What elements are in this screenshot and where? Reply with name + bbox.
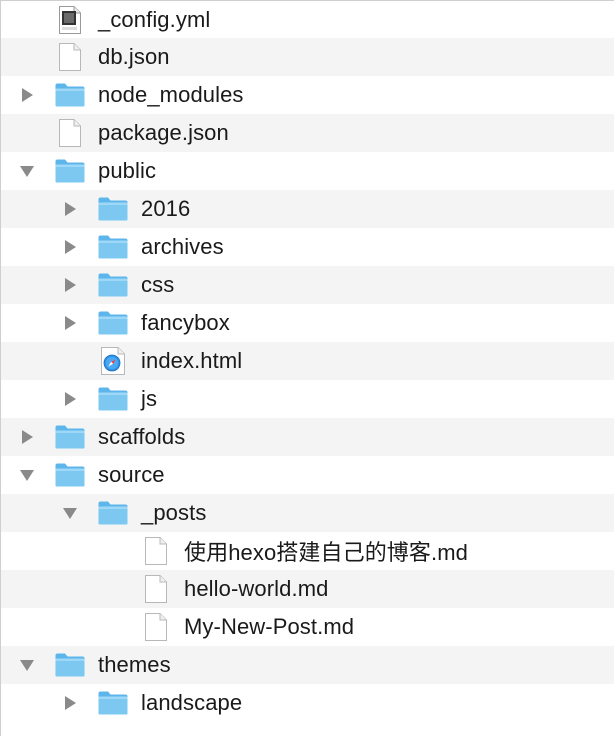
file-name-label: 使用hexo搭建自己的博客.md bbox=[184, 540, 468, 565]
disclosure-collapsed-icon[interactable] bbox=[19, 429, 35, 445]
file-row-fancybox[interactable]: fancybox bbox=[1, 304, 614, 342]
file-name-label: themes bbox=[98, 652, 171, 677]
file-row-package-json[interactable]: package.json bbox=[1, 114, 614, 152]
file-name-label: fancybox bbox=[141, 310, 230, 335]
file-row-themes[interactable]: themes bbox=[1, 646, 614, 684]
file-name-label: node_modules bbox=[98, 82, 244, 107]
document-icon bbox=[58, 118, 82, 148]
disclosure-collapsed-icon[interactable] bbox=[19, 87, 35, 103]
file-name-label: My-New-Post.md bbox=[184, 614, 355, 639]
folder-icon bbox=[97, 196, 129, 222]
file-row-scaffolds[interactable]: scaffolds bbox=[1, 418, 614, 456]
folder-icon bbox=[54, 652, 86, 678]
file-row-hexo-md[interactable]: 使用hexo搭建自己的博客.md bbox=[1, 532, 614, 570]
file-name-label: public bbox=[98, 158, 157, 183]
folder-icon bbox=[97, 386, 129, 412]
disclosure-expanded-icon[interactable] bbox=[19, 163, 35, 179]
disclosure-expanded-icon[interactable] bbox=[19, 657, 35, 673]
file-row-db-json[interactable]: db.json bbox=[1, 38, 614, 76]
disclosure-collapsed-icon[interactable] bbox=[62, 201, 78, 217]
document-icon bbox=[144, 574, 168, 604]
document-icon bbox=[58, 42, 82, 72]
file-name-label: _posts bbox=[141, 500, 207, 525]
file-row-config-yml[interactable]: _config.yml bbox=[1, 1, 614, 38]
safari-html-file-icon bbox=[100, 346, 126, 376]
document-icon bbox=[144, 612, 168, 642]
file-name-label: package.json bbox=[98, 120, 229, 145]
folder-icon bbox=[97, 500, 129, 526]
folder-icon bbox=[54, 158, 86, 184]
file-name-label: css bbox=[141, 272, 175, 297]
file-row-source[interactable]: source bbox=[1, 456, 614, 494]
document-icon bbox=[144, 536, 168, 566]
disclosure-expanded-icon[interactable] bbox=[62, 505, 78, 521]
file-row-2016[interactable]: 2016 bbox=[1, 190, 614, 228]
folder-icon bbox=[54, 462, 86, 488]
file-name-label: archives bbox=[141, 234, 224, 259]
folder-icon bbox=[54, 82, 86, 108]
file-name-label: landscape bbox=[141, 690, 243, 715]
file-row-landscape[interactable]: landscape bbox=[1, 684, 614, 722]
file-name-label: 2016 bbox=[141, 196, 191, 221]
file-name-label: source bbox=[98, 462, 165, 487]
file-name-label: scaffolds bbox=[98, 424, 186, 449]
disclosure-collapsed-icon[interactable] bbox=[62, 277, 78, 293]
file-list: _config.yml db.json node_modules package.js… bbox=[1, 1, 614, 722]
file-row-archives[interactable]: archives bbox=[1, 228, 614, 266]
file-row-hello-world-md[interactable]: hello-world.md bbox=[1, 570, 614, 608]
file-name-label: db.json bbox=[98, 44, 170, 69]
file-row-my-new-post-md[interactable]: My-New-Post.md bbox=[1, 608, 614, 646]
file-row-css[interactable]: css bbox=[1, 266, 614, 304]
folder-icon bbox=[97, 272, 129, 298]
folder-icon bbox=[54, 424, 86, 450]
folder-icon bbox=[97, 310, 129, 336]
disclosure-collapsed-icon[interactable] bbox=[62, 315, 78, 331]
disclosure-collapsed-icon[interactable] bbox=[62, 695, 78, 711]
file-name-label: hello-world.md bbox=[184, 576, 329, 601]
file-name-label: index.html bbox=[141, 348, 243, 373]
disclosure-collapsed-icon[interactable] bbox=[62, 391, 78, 407]
folder-icon bbox=[97, 690, 129, 716]
file-name-label: js bbox=[141, 386, 158, 411]
disclosure-expanded-icon[interactable] bbox=[19, 467, 35, 483]
file-row-posts[interactable]: _posts bbox=[1, 494, 614, 532]
file-row-public[interactable]: public bbox=[1, 152, 614, 190]
file-name-label: _config.yml bbox=[98, 6, 211, 32]
file-row-node-modules[interactable]: node_modules bbox=[1, 76, 614, 114]
folder-icon bbox=[97, 234, 129, 260]
file-row-js[interactable]: js bbox=[1, 380, 614, 418]
file-row-index-html[interactable]: index.html bbox=[1, 342, 614, 380]
yaml-file-icon bbox=[58, 5, 82, 35]
file-browser: _config.yml db.json node_modules package.js… bbox=[0, 0, 614, 736]
disclosure-collapsed-icon[interactable] bbox=[62, 239, 78, 255]
